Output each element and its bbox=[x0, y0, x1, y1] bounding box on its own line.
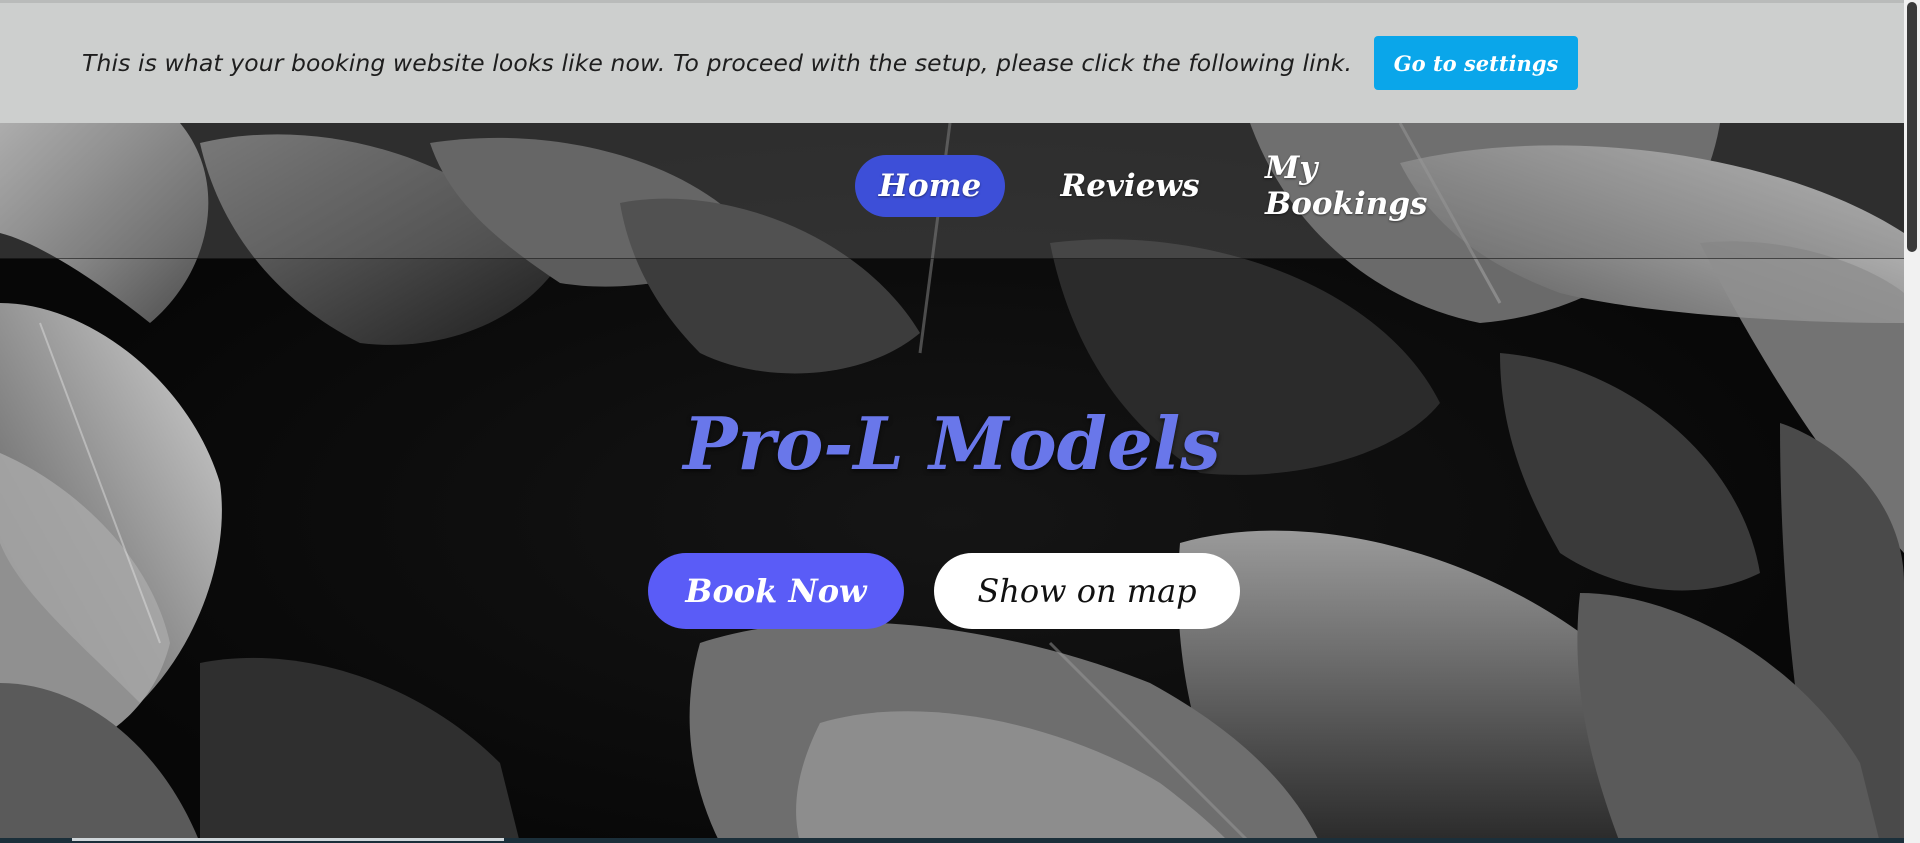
nav-item-reviews[interactable]: Reviews bbox=[1060, 155, 1199, 217]
site-title: Pro-L Models bbox=[683, 401, 1221, 486]
page-scrollbar[interactable] bbox=[1904, 0, 1920, 843]
navigation-bar: Home Reviews My Bookings bbox=[0, 123, 1904, 259]
nav-item-my-bookings[interactable]: My Bookings bbox=[1265, 150, 1465, 222]
main-nav: Home Reviews My Bookings bbox=[855, 150, 1465, 222]
hero-actions: Book Now Show on map bbox=[648, 553, 1240, 629]
scrollbar-thumb[interactable] bbox=[1907, 2, 1917, 252]
nav-item-home[interactable]: Home bbox=[855, 155, 1005, 217]
setup-banner: This is what your booking website looks … bbox=[0, 0, 1904, 123]
bottom-edge-segment bbox=[72, 838, 504, 841]
show-on-map-button[interactable]: Show on map bbox=[934, 553, 1240, 629]
setup-message: This is what your booking website looks … bbox=[82, 49, 1353, 77]
hero-section: Home Reviews My Bookings Pro-L Models Bo… bbox=[0, 123, 1904, 843]
bottom-edge bbox=[0, 838, 1904, 843]
book-now-button[interactable]: Book Now bbox=[648, 553, 904, 629]
go-to-settings-button[interactable]: Go to settings bbox=[1374, 36, 1579, 90]
